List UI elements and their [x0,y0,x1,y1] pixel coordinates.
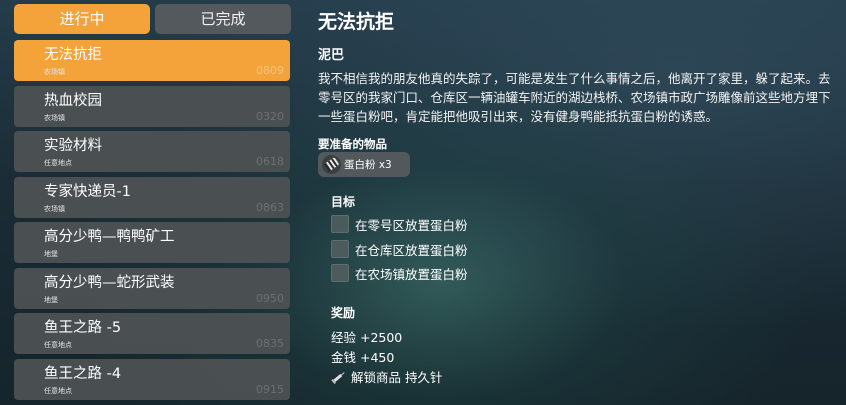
reward-unlock-text: 解锁商品 持久针 [351,370,443,385]
quest-title: 无法抗拒 [44,47,102,63]
quest-item[interactable]: 实验材料 任意地点 0618 [14,131,290,172]
required-item-chip[interactable]: 蛋白粉 x3 [318,152,410,177]
quest-item[interactable]: 鱼王之路 -4 任意地点 0915 [14,358,290,400]
objective-text: 在仓库区放置蛋白粉 [355,243,468,258]
rewards-label: 奖励 [331,306,356,320]
quest-location: 农场镇 [44,204,65,213]
quest-location: 任意地点 [44,159,72,167]
quest-location: 地堡 [44,250,58,258]
quest-location: 任意地点 [44,341,72,349]
objective-text: 在农场镇放置蛋白粉 [355,267,468,282]
quest-item[interactable]: 无法抗拒 农场镇 0809 [14,40,290,81]
quest-location: 农场镇 [44,68,65,76]
reward-exp: 经验 +2500 [331,330,403,345]
reward-money: 金钱 +450 [331,350,395,365]
quest-title: 高分少鸭—鸭鸭矿工 [44,229,175,245]
quest-list[interactable]: 无法抗拒 农场镇 0809 热血校园 农场镇 0320 实验材料 任意地点 06… [14,40,290,405]
quest-location: 地堡 [44,295,58,304]
quest-giver: 泥巴 [318,48,345,63]
quest-code: 0835 [256,337,284,350]
reward-unlock: 解锁商品 持久针 [331,367,442,386]
quest-code: 0320 [256,109,284,123]
quest-item[interactable]: 高分少鸭—蛇形武装 地堡 0950 [14,267,290,309]
objective-checkbox[interactable] [331,264,349,282]
required-item-label: 蛋白粉 x3 [344,159,392,171]
quest-title: 热血校园 [44,92,102,109]
quest-item[interactable]: 高分少鸭—鸭鸭矿工 地堡 [14,222,290,263]
protein-powder-icon [322,155,341,174]
quest-description: 我不相信我的朋友他真的失踪了，可能是发生了什么事情之后，他离开了家里，躲了起来。… [318,71,831,124]
tab-in-progress[interactable]: 进行中 [14,4,150,34]
quest-title: 鱼王之路 -4 [44,365,122,382]
quest-location: 任意地点 [44,386,72,395]
objective-checkbox[interactable] [331,240,349,258]
objective-checkbox[interactable] [331,215,349,233]
objectives-label: 目标 [331,195,356,209]
syringe-icon [331,372,345,384]
quest-code: 0618 [256,155,284,168]
quest-detail-title: 无法抗拒 [318,11,395,33]
quest-title: 高分少鸭—蛇形武装 [44,274,175,291]
quest-title: 鱼王之路 -5 [44,320,122,336]
quest-code: 0809 [256,64,284,77]
quest-item[interactable]: 专家快递员-1 农场镇 0863 [14,176,290,218]
quest-item[interactable]: 热血校园 农场镇 0320 [14,85,290,127]
quest-code: 0863 [256,200,284,214]
quest-title: 专家快递员-1 [44,183,131,200]
tab-completed[interactable]: 已完成 [155,4,291,34]
objective-text: 在零号区放置蛋白粉 [355,218,468,233]
required-items-label: 要准备的物品 [318,137,387,151]
quest-code: 0950 [256,291,284,305]
quest-title: 实验材料 [44,138,102,154]
quest-code: 0915 [256,382,284,396]
quest-location: 农场镇 [44,113,65,122]
quest-detail-panel: 无法抗拒 泥巴 我不相信我的朋友他真的失踪了，可能是发生了什么事情之后，他离开了… [318,0,844,405]
quest-item[interactable]: 鱼王之路 -5 任意地点 0835 [14,313,290,354]
